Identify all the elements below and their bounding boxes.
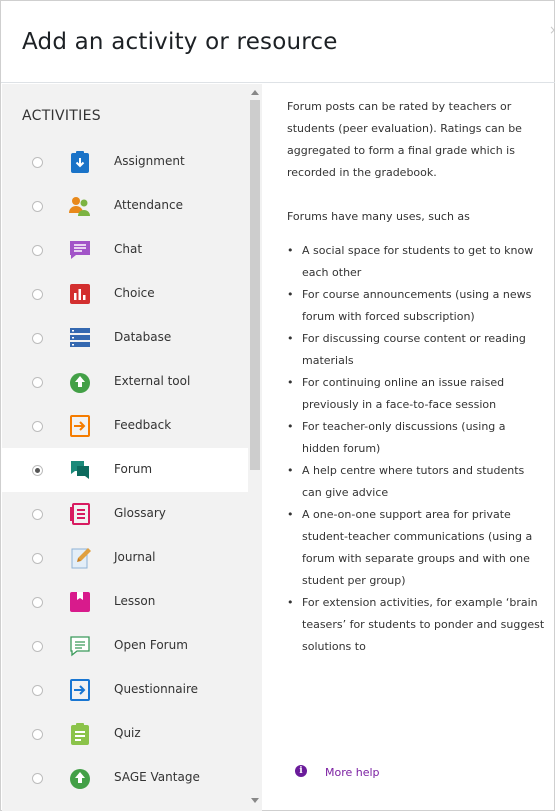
external-tool-icon — [68, 370, 92, 394]
activity-radio[interactable] — [32, 729, 43, 740]
dialog-title: Add an activity or resource — [22, 29, 338, 55]
add-activity-dialog: Add an activity or resource × ACTIVITIES… — [0, 0, 555, 811]
activity-radio[interactable] — [32, 377, 43, 388]
activity-option-label[interactable]: External tool — [114, 374, 190, 388]
help-use-item: A social space for students to get to kn… — [287, 240, 545, 284]
close-icon[interactable]: × — [549, 23, 555, 37]
activity-option-assignment[interactable]: Assignment — [2, 140, 248, 184]
activity-radio[interactable] — [32, 641, 43, 652]
more-help-label[interactable]: More help — [325, 766, 380, 779]
activity-option-sage-vantage[interactable]: SAGE Vantage — [2, 756, 248, 800]
forum-icon — [68, 458, 92, 482]
scroll-down-arrow-icon[interactable] — [251, 798, 259, 803]
activity-option-journal[interactable]: Journal — [2, 536, 248, 580]
help-intro: Forum posts can be rated by teachers or … — [287, 100, 522, 179]
glossary-icon — [68, 502, 92, 526]
activity-option-glossary[interactable]: Glossary — [2, 492, 248, 536]
attendance-icon — [68, 194, 92, 218]
activity-option-label[interactable]: Open Forum — [114, 638, 188, 652]
activity-option-open-forum[interactable]: Open Forum — [2, 624, 248, 668]
activity-radio[interactable] — [32, 597, 43, 608]
scroll-thumb[interactable] — [250, 100, 260, 470]
activity-option-chat[interactable]: Chat — [2, 228, 248, 272]
help-uses-list: A social space for students to get to kn… — [287, 240, 545, 658]
activity-radio[interactable] — [32, 421, 43, 432]
activity-option-database[interactable]: Database — [2, 316, 248, 360]
activity-option-label[interactable]: SAGE Vantage — [114, 770, 200, 784]
activity-option-feedback[interactable]: Feedback — [2, 404, 248, 448]
database-icon — [68, 326, 92, 350]
activity-options-panel: ACTIVITIES Assignment Attendance Chat Choic… — [2, 84, 262, 811]
help-use-item: For teacher-only discussions (using a hi… — [287, 416, 545, 460]
section-title-activities: ACTIVITIES — [22, 108, 101, 124]
help-use-item: For course announcements (using a news f… — [287, 284, 545, 328]
activity-radio[interactable] — [32, 333, 43, 344]
activity-help-panel: Forum posts can be rated by teachers or … — [287, 96, 545, 658]
lesson-icon — [68, 590, 92, 614]
help-use-item: For continuing online an issue raised pr… — [287, 372, 545, 416]
activity-radio[interactable] — [32, 773, 43, 784]
activity-option-label[interactable]: Feedback — [114, 418, 171, 432]
help-use-item: For discussing course content or reading… — [287, 328, 545, 372]
activity-radio[interactable] — [32, 157, 43, 168]
help-uses-heading: Forums have many uses, such as — [287, 210, 470, 223]
sage-vantage-icon — [68, 766, 92, 790]
help-use-item: For extension activities, for example ‘b… — [287, 592, 545, 658]
info-icon: i — [295, 765, 307, 777]
activity-option-forum[interactable]: Forum — [2, 448, 248, 492]
activity-option-choice[interactable]: Choice — [2, 272, 248, 316]
activity-option-external-tool[interactable]: External tool — [2, 360, 248, 404]
questionnaire-icon — [68, 678, 92, 702]
activity-radio[interactable] — [32, 685, 43, 696]
activity-radio[interactable] — [32, 245, 43, 256]
open-forum-icon — [68, 634, 92, 658]
activity-option-label[interactable]: Attendance — [114, 198, 183, 212]
activity-option-label[interactable]: Chat — [114, 242, 142, 256]
activity-radio[interactable] — [32, 509, 43, 520]
assignment-icon — [68, 150, 92, 174]
activity-option-lesson[interactable]: Lesson — [2, 580, 248, 624]
activity-option-label[interactable]: Lesson — [114, 594, 155, 608]
activity-option-questionnaire[interactable]: Questionnaire — [2, 668, 248, 712]
activity-radio[interactable] — [32, 553, 43, 564]
activity-option-label[interactable]: Forum — [114, 462, 152, 476]
activity-option-label[interactable]: Quiz — [114, 726, 141, 740]
activity-option-label[interactable]: Choice — [114, 286, 155, 300]
activity-radio[interactable] — [32, 289, 43, 300]
more-help-link[interactable]: i More help — [295, 765, 380, 779]
chat-icon — [68, 238, 92, 262]
journal-icon — [68, 546, 92, 570]
quiz-icon — [68, 722, 92, 746]
options-scrollbar[interactable] — [248, 84, 262, 811]
activity-option-label[interactable]: Journal — [114, 550, 156, 564]
activity-option-label[interactable]: Database — [114, 330, 171, 344]
activity-option-attendance[interactable]: Attendance — [2, 184, 248, 228]
activity-radio[interactable] — [32, 465, 43, 476]
choice-icon — [68, 282, 92, 306]
scroll-up-arrow-icon[interactable] — [251, 90, 259, 95]
help-use-item: A one-on-one support area for private st… — [287, 504, 545, 592]
activity-option-label[interactable]: Questionnaire — [114, 682, 198, 696]
feedback-icon — [68, 414, 92, 438]
activity-option-quiz[interactable]: Quiz — [2, 712, 248, 756]
activity-radio[interactable] — [32, 201, 43, 212]
dialog-header: Add an activity or resource × — [1, 1, 555, 83]
help-use-item: A help centre where tutors and students … — [287, 460, 545, 504]
activity-option-label[interactable]: Glossary — [114, 506, 166, 520]
activity-option-label[interactable]: Assignment — [114, 154, 185, 168]
